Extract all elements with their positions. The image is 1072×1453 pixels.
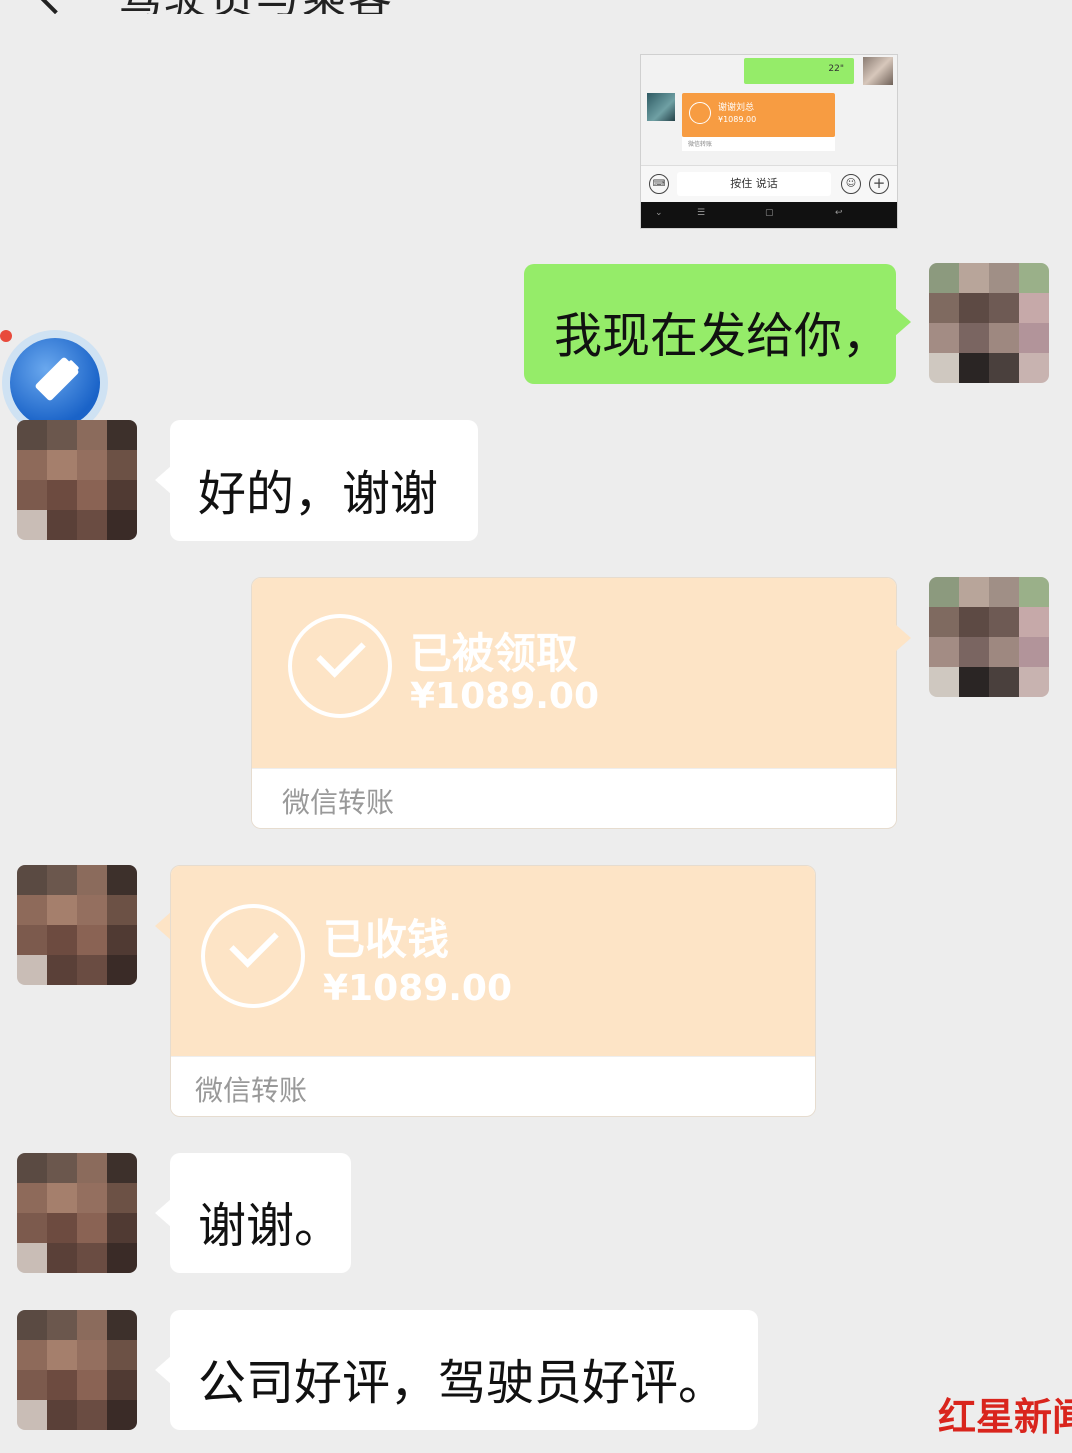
keyboard-icon: ⌨ bbox=[649, 174, 669, 194]
thumb-transfer-card: 谢谢刘总 ¥1089.00 bbox=[682, 93, 835, 137]
chat-header: 驾驶员与乘客 bbox=[0, 0, 1072, 14]
bubble-tail bbox=[155, 466, 171, 494]
plus-icon: + bbox=[869, 174, 889, 194]
transfer-label: 微信转账 bbox=[195, 1074, 308, 1107]
thumb-transfer-footer: 微信转账 bbox=[682, 137, 835, 151]
bubble-tail bbox=[155, 1356, 171, 1384]
transfer-amount: ¥1089.00 bbox=[410, 676, 600, 717]
transfer-status: 已被领取 bbox=[410, 629, 579, 678]
message-text: 谢谢。 bbox=[198, 1198, 343, 1254]
transfer-status: 已收钱 bbox=[323, 915, 450, 964]
nav-home-icon: ▢ bbox=[765, 208, 774, 218]
bubble-tail bbox=[895, 308, 911, 336]
thumb-avatar-right bbox=[863, 57, 893, 85]
brand-watermark: 红星新闻 bbox=[938, 1394, 1072, 1439]
broom-icon bbox=[10, 338, 100, 428]
avatar-contact[interactable] bbox=[17, 865, 137, 985]
notification-dot bbox=[0, 330, 12, 342]
thumb-input-bar: ⌨ 按住 说话 ☺ + bbox=[641, 165, 897, 202]
message-text: 我现在发给你， bbox=[554, 308, 891, 364]
bubble-tail bbox=[895, 624, 911, 652]
thumb-press-to-talk: 按住 说话 bbox=[677, 172, 831, 196]
avatar-self[interactable] bbox=[929, 263, 1049, 383]
avatar-contact[interactable] bbox=[17, 1153, 137, 1273]
emoji-icon: ☺ bbox=[841, 174, 861, 194]
chevron-left-icon[interactable] bbox=[33, 0, 77, 14]
message-bubble-received[interactable]: 好的，谢谢 bbox=[170, 420, 478, 541]
transfer-label: 微信转账 bbox=[282, 786, 395, 819]
nav-back-icon: ↩ bbox=[835, 208, 843, 218]
transfer-icon bbox=[689, 102, 711, 124]
avatar-contact[interactable] bbox=[17, 1310, 137, 1430]
message-text: 公司好评，驾驶员好评。 bbox=[198, 1355, 727, 1411]
message-bubble-received[interactable]: 公司好评，驾驶员好评。 bbox=[170, 1310, 758, 1430]
check-circle-icon bbox=[288, 614, 392, 718]
check-circle-icon bbox=[201, 904, 305, 1008]
message-bubble-received[interactable]: 谢谢。 bbox=[170, 1153, 351, 1273]
avatar-contact[interactable] bbox=[17, 420, 137, 540]
nav-menu-icon: ☰ bbox=[697, 208, 706, 218]
thumb-voice-message: 22" bbox=[744, 58, 854, 84]
thumb-avatar-left bbox=[647, 93, 675, 121]
message-bubble-sent[interactable]: 我现在发给你， bbox=[524, 264, 896, 384]
transfer-card-sent[interactable]: 已被领取 ¥1089.00 微信转账 bbox=[251, 577, 897, 829]
transfer-card-received[interactable]: 已收钱 ¥1089.00 微信转账 bbox=[170, 865, 816, 1117]
chat-title: 驾驶员与乘客 bbox=[118, 0, 394, 14]
bubble-tail bbox=[155, 1199, 171, 1227]
transfer-amount: ¥1089.00 bbox=[323, 968, 513, 1009]
avatar-self[interactable] bbox=[929, 577, 1049, 697]
bubble-tail bbox=[155, 912, 171, 940]
message-text: 好的，谢谢 bbox=[198, 466, 439, 522]
screenshot-image-message[interactable]: 22" 谢谢刘总 ¥1089.00 微信转账 ⌨ 按住 说话 ☺ + ⌄ ☰ ▢… bbox=[640, 54, 898, 229]
thumb-nav-bar: ⌄ ☰ ▢ ↩ bbox=[641, 202, 897, 228]
nav-down-icon: ⌄ bbox=[655, 208, 663, 218]
